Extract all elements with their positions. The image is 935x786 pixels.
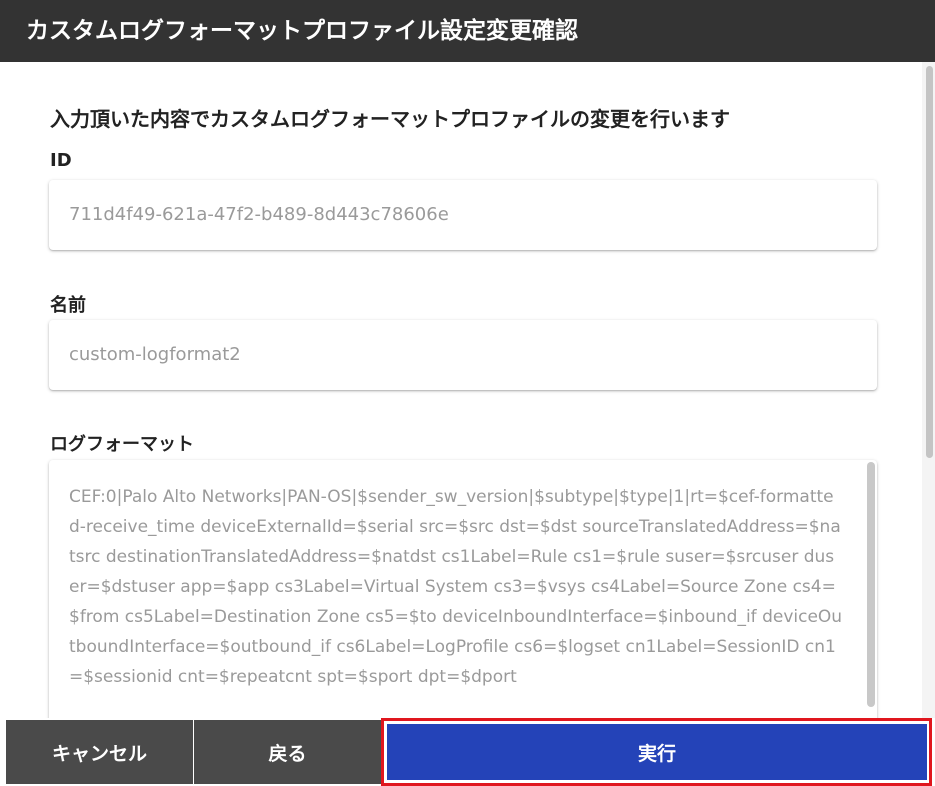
log-format-label: ログフォーマット <box>50 434 194 455</box>
log-format-field: CEF:0|Palo Alto Networks|PAN-OS|$sender_… <box>49 460 877 718</box>
lead-text: 入力頂いた内容でカスタムログフォーマットプロファイルの変更を行います <box>50 107 730 131</box>
dialog-footer: キャンセル 戻る 実行 <box>0 718 935 786</box>
dialog-scroll-thumb[interactable] <box>926 66 933 458</box>
execute-button[interactable]: 実行 <box>387 724 927 780</box>
back-button[interactable]: 戻る <box>194 720 381 784</box>
dialog-content: 入力頂いた内容でカスタムログフォーマットプロファイルの変更を行います ID 71… <box>0 62 922 718</box>
cancel-button[interactable]: キャンセル <box>6 720 193 784</box>
confirm-dialog: カスタムログフォーマットプロファイル設定変更確認 入力頂いた内容でカスタムログフ… <box>0 0 935 786</box>
dialog-title: カスタムログフォーマットプロファイル設定変更確認 <box>0 0 935 62</box>
id-field: 711d4f49-621a-47f2-b489-8d443c78606e <box>49 180 877 250</box>
id-label: ID <box>50 150 72 171</box>
log-format-scrollbar[interactable] <box>865 460 877 718</box>
log-format-scroll-thumb[interactable] <box>867 462 875 707</box>
name-label: 名前 <box>50 295 86 316</box>
log-format-value: CEF:0|Palo Alto Networks|PAN-OS|$sender_… <box>69 487 843 687</box>
execute-button-highlight: 実行 <box>381 718 932 786</box>
name-field: custom-logformat2 <box>49 320 877 390</box>
